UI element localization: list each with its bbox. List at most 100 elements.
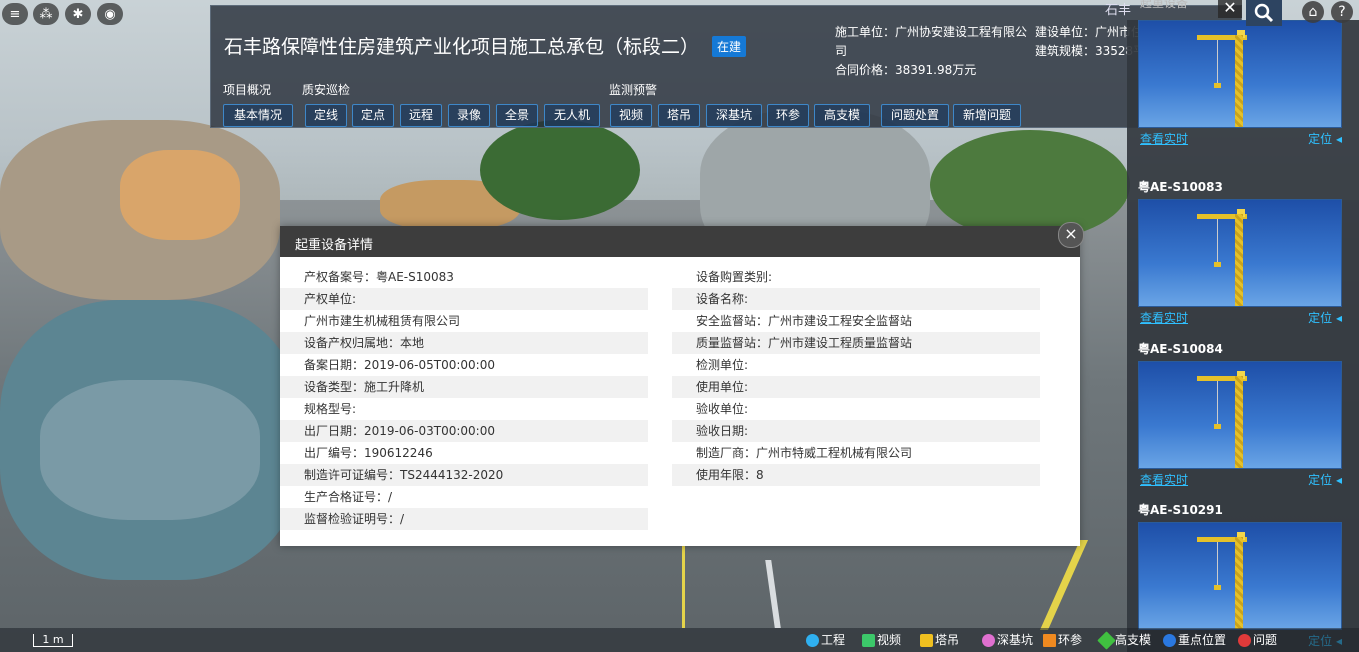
legend-issue[interactable]: 问题 <box>1238 631 1277 649</box>
crane-image[interactable] <box>1138 20 1342 128</box>
share-icon[interactable]: ⁂ <box>33 3 59 25</box>
bottom-legend-bar <box>0 628 1359 652</box>
detail-row: 质量监督站：广州市建设工程质量监督站 <box>672 332 1040 354</box>
help-icon[interactable]: ? <box>1331 1 1353 23</box>
search-input[interactable]: 石丰 <box>1101 0 1225 22</box>
constructor-line2: 司 <box>835 44 848 58</box>
crane-id: 粤AE-S10084 <box>1138 342 1223 356</box>
crane-card: 粤AE-S10083 查看实时 定位 ◂ <box>1138 179 1342 329</box>
nav-point[interactable]: 定点 <box>352 104 394 127</box>
scene-trees <box>480 120 640 220</box>
detail-row: 设备产权归属地：本地 <box>280 332 648 354</box>
view-live-link[interactable]: 查看实时 <box>1140 128 1188 150</box>
nav-deep-pit[interactable]: 深基坑 <box>706 104 762 127</box>
project-title: 石丰路保障性住房建筑产业化项目施工总承包（标段二） <box>224 36 700 58</box>
detail-row: 检测单位: <box>696 358 749 372</box>
legend-label: 塔吊 <box>935 633 960 647</box>
detail-row: 验收单位: <box>696 402 749 416</box>
nav-line[interactable]: 定线 <box>305 104 347 127</box>
scene-building <box>120 150 240 240</box>
detail-row: 广州市建生机械租赁有限公司 <box>304 314 461 328</box>
flag-icon <box>1043 633 1056 647</box>
key-location-icon <box>1163 633 1176 647</box>
nav-env[interactable]: 环参 <box>767 104 809 127</box>
crane-hook <box>1214 83 1221 88</box>
detail-row: 监督检验证明号：/ <box>280 508 648 530</box>
crane-mast <box>1235 376 1243 468</box>
detail-row: 规格型号: <box>304 402 357 416</box>
locate-label: 定位 <box>1308 132 1333 146</box>
modal-title: 起重设备详情 <box>295 238 374 253</box>
locate-label: 定位 <box>1308 311 1333 325</box>
legend-label: 视频 <box>877 633 902 647</box>
settings-icon[interactable]: ✱ <box>65 3 91 25</box>
locate-link[interactable]: 定位 ◂ <box>1308 469 1342 491</box>
detail-row: 制造厂商：广州市特威工程机械有限公司 <box>696 446 913 460</box>
group-overview: 项目概况 <box>223 83 272 97</box>
detail-row: 生产合格证号：/ <box>304 490 393 504</box>
formwork-icon <box>1097 630 1116 650</box>
layers-icon[interactable]: ≡ <box>2 3 28 25</box>
detail-row: 使用单位: <box>672 376 1040 398</box>
search-button[interactable] <box>1246 0 1282 26</box>
nav-panorama[interactable]: 全景 <box>496 104 538 127</box>
legend-env[interactable]: 环参 <box>1043 631 1082 649</box>
contract-price: 合同价格：38391.98万元 <box>835 63 977 77</box>
group-inspection: 质安巡检 <box>302 83 351 97</box>
nav-record[interactable]: 录像 <box>448 104 490 127</box>
scene-trees-right <box>930 130 1130 240</box>
nav-drone[interactable]: 无人机 <box>544 104 600 127</box>
constructor-line1: 施工单位：广州协安建设工程有限公 <box>835 25 1028 39</box>
modal-close-icon[interactable]: × <box>1058 222 1084 248</box>
nav-remote[interactable]: 远程 <box>400 104 442 127</box>
header-close-icon[interactable]: ✕ <box>1218 0 1242 18</box>
legend-tower-crane[interactable]: 塔吊 <box>920 631 959 649</box>
crane-card: 粤AE-S10084 查看实时 定位 ◂ <box>1138 341 1342 491</box>
crane-image[interactable] <box>1138 522 1342 630</box>
video-icon <box>862 633 875 647</box>
locate-link[interactable]: 定位 ◂ <box>1308 128 1342 150</box>
crane-image[interactable] <box>1138 361 1342 469</box>
scale-bar: 1 m <box>33 634 73 647</box>
legend-project[interactable]: 工程 <box>806 631 845 649</box>
detail-row: 制造许可证编号：TS2444132-2020 <box>280 464 648 486</box>
view-live-link[interactable]: 查看实时 <box>1140 307 1188 329</box>
legend-deep-pit[interactable]: 深基坑 <box>982 631 1033 649</box>
nav-high-formwork[interactable]: 高支模 <box>814 104 870 127</box>
detail-row: 设备类型：施工升降机 <box>280 376 648 398</box>
nav-issue-handling[interactable]: 问题处置 <box>881 104 949 127</box>
detail-row: 备案日期：2019-06-05T00:00:00 <box>304 358 495 372</box>
legend-video[interactable]: 视频 <box>862 631 901 649</box>
detail-row: 出厂编号：190612246 <box>304 446 433 460</box>
crane-image[interactable] <box>1138 199 1342 307</box>
group-monitoring: 监测预警 <box>609 83 658 97</box>
detail-row: 使用年限：8 <box>672 464 1040 486</box>
issue-icon <box>1238 633 1251 647</box>
crane-cable <box>1217 542 1218 586</box>
nav-tower-crane[interactable]: 塔吊 <box>658 104 700 127</box>
crane-id: 粤AE-S10083 <box>1138 180 1223 194</box>
nav-video[interactable]: 视频 <box>610 104 652 127</box>
legend-high-formwork[interactable]: 高支模 <box>1097 630 1151 650</box>
legend-label: 深基坑 <box>997 633 1034 647</box>
status-badge: 在建 <box>712 36 747 57</box>
crane-mast <box>1235 537 1243 629</box>
modal-header: 起重设备详情 <box>280 226 1080 257</box>
detail-row: 安全监督站：广州市建设工程安全监督站 <box>696 314 913 328</box>
nav-basic-info[interactable]: 基本情况 <box>223 104 293 127</box>
detail-row: 出厂日期：2019-06-03T00:00:00 <box>280 420 648 442</box>
legend-label: 环参 <box>1058 633 1083 647</box>
detail-row: 产权备案号：粤AE-S10083 <box>304 270 454 284</box>
eye-icon[interactable]: ◉ <box>97 3 123 25</box>
home-icon[interactable]: ⌂ <box>1302 1 1324 23</box>
legend-key-location[interactable]: 重点位置 <box>1163 631 1226 649</box>
nav-new-issue[interactable]: 新增问题 <box>953 104 1021 127</box>
locate-link[interactable]: 定位 ◂ <box>1308 307 1342 329</box>
project-icon <box>806 633 819 647</box>
locate-arrow-icon: ◂ <box>1335 311 1342 325</box>
view-live-link[interactable]: 查看实时 <box>1140 469 1188 491</box>
detail-left-column: 产权备案号：粤AE-S10083 产权单位: 广州市建生机械租赁有限公司 设备产… <box>280 266 648 530</box>
crane-card: 查看实时 定位 ◂ <box>1138 16 1342 150</box>
search-icon <box>1254 3 1274 23</box>
crane-cable <box>1217 40 1218 84</box>
